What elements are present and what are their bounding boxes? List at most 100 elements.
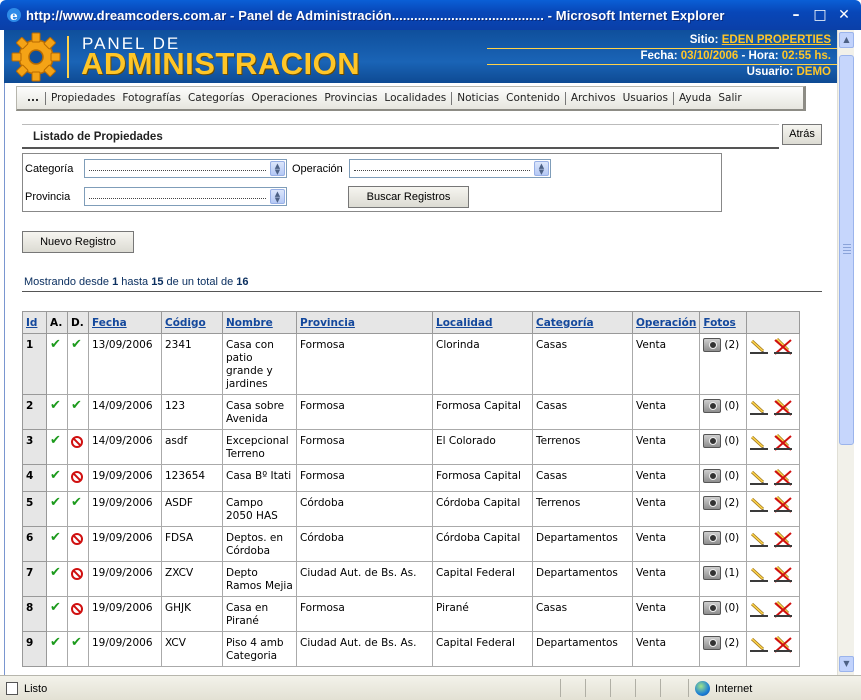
cell-fotos[interactable]: (0)	[699, 429, 748, 465]
check-icon: ✔	[50, 468, 61, 483]
cell-featured[interactable]: ✔	[67, 333, 89, 395]
delete-icon[interactable]	[773, 635, 793, 653]
col-codigo[interactable]: Código	[161, 311, 223, 334]
scroll-up-arrow[interactable]: ▲	[839, 32, 854, 48]
menu-item-ayuda[interactable]: Ayuda	[672, 91, 716, 105]
col-localidad[interactable]: Localidad	[432, 311, 533, 334]
edit-icon[interactable]	[749, 567, 769, 583]
close-button[interactable]: ✕	[833, 5, 855, 25]
edit-icon[interactable]	[749, 532, 769, 548]
cell-fotos[interactable]: (0)	[699, 394, 748, 430]
cell-codigo: XCV	[161, 631, 223, 667]
menu-item-contenido[interactable]: Contenido	[504, 92, 565, 105]
cell-fotos[interactable]: (0)	[699, 596, 748, 632]
back-button[interactable]: Atrás	[782, 124, 822, 145]
menu-item-noticias[interactable]: Noticias	[451, 91, 504, 105]
delete-icon[interactable]	[773, 600, 793, 618]
cell-active[interactable]: ✔	[46, 631, 68, 667]
camera-icon[interactable]	[703, 496, 722, 510]
menu-item-usuarios[interactable]: Usuarios	[621, 92, 673, 105]
cell-active[interactable]: ✔	[46, 394, 68, 430]
camera-icon[interactable]	[703, 338, 722, 352]
delete-icon[interactable]	[773, 337, 793, 355]
menu-item-more[interactable]: ...	[21, 92, 45, 105]
cell-fotos[interactable]: (2)	[699, 491, 748, 527]
menu-item-salir[interactable]: Salir	[716, 92, 746, 105]
cell-active[interactable]: ✔	[46, 333, 68, 395]
cell-fotos[interactable]: (2)	[699, 631, 748, 667]
col-id[interactable]: Id	[22, 311, 47, 334]
cell-featured[interactable]	[67, 526, 89, 562]
edit-icon[interactable]	[749, 339, 769, 355]
search-button[interactable]: Buscar Registros	[348, 186, 469, 208]
maximize-button[interactable]: □	[809, 5, 831, 25]
operacion-select[interactable]: ▲ ▼	[349, 159, 551, 178]
cell-fotos[interactable]: (0)	[699, 526, 748, 562]
cell-featured[interactable]	[67, 561, 89, 597]
scroll-down-arrow[interactable]: ▼	[839, 656, 854, 672]
edit-icon[interactable]	[749, 435, 769, 451]
col-nombre[interactable]: Nombre	[222, 311, 297, 334]
cell-active[interactable]: ✔	[46, 526, 68, 562]
menu-item-fotografias[interactable]: Fotografías	[120, 92, 186, 105]
edit-icon[interactable]	[749, 497, 769, 513]
cell-operacion: Venta	[631, 333, 701, 395]
delete-icon[interactable]	[773, 398, 793, 416]
minimize-button[interactable]: –	[785, 5, 807, 25]
edit-icon[interactable]	[749, 400, 769, 416]
edit-icon[interactable]	[749, 637, 769, 653]
cell-featured[interactable]	[67, 596, 89, 632]
cell-active[interactable]: ✔	[46, 429, 68, 465]
menu-item-provincias[interactable]: Provincias	[322, 92, 382, 105]
camera-icon[interactable]	[703, 531, 722, 545]
cell-fotos[interactable]: (2)	[699, 333, 748, 395]
cell-active[interactable]: ✔	[46, 561, 68, 597]
site-link[interactable]: EDEN PROPERTIES	[722, 34, 831, 46]
vertical-scrollbar[interactable]: ▲ ▼	[837, 30, 854, 675]
menu-item-localidades[interactable]: Localidades	[382, 92, 451, 105]
delete-icon[interactable]	[773, 495, 793, 513]
col-provincia[interactable]: Provincia	[296, 311, 433, 334]
camera-icon[interactable]	[703, 601, 722, 615]
menu-item-propiedades[interactable]: Propiedades	[44, 91, 120, 105]
col-d: D.	[67, 311, 89, 334]
camera-icon[interactable]	[703, 434, 722, 448]
cell-categoria: Terrenos	[532, 429, 633, 465]
cell-fecha: 14/09/2006	[88, 429, 162, 465]
camera-icon[interactable]	[703, 469, 722, 483]
cell-featured[interactable]	[67, 464, 89, 492]
cell-active[interactable]: ✔	[46, 491, 68, 527]
cell-featured[interactable]: ✔	[67, 631, 89, 667]
cell-fotos[interactable]: (0)	[699, 464, 748, 492]
categoria-select[interactable]: ▲ ▼	[84, 159, 287, 178]
cell-id: 7	[22, 561, 47, 597]
col-operacion[interactable]: Operación	[631, 311, 701, 334]
camera-icon[interactable]	[703, 566, 722, 580]
cell-featured[interactable]	[67, 429, 89, 465]
menu-item-operaciones[interactable]: Operaciones	[250, 92, 323, 105]
camera-icon[interactable]	[703, 399, 722, 413]
delete-icon[interactable]	[773, 433, 793, 451]
provincia-select[interactable]: ▲ ▼	[84, 187, 287, 206]
menu-item-archivos[interactable]: Archivos	[564, 91, 621, 105]
col-categoria[interactable]: Categoría	[532, 311, 633, 334]
col-fecha[interactable]: Fecha	[88, 311, 162, 334]
scroll-thumb[interactable]	[839, 55, 854, 445]
col-fotos[interactable]: Fotos	[699, 311, 748, 334]
cell-active[interactable]: ✔	[46, 464, 68, 492]
camera-icon[interactable]	[703, 636, 722, 650]
edit-icon[interactable]	[749, 470, 769, 486]
cell-fotos[interactable]: (1)	[699, 561, 748, 597]
delete-icon[interactable]	[773, 565, 793, 583]
new-record-button[interactable]: Nuevo Registro	[22, 231, 134, 253]
cell-categoria: Terrenos	[532, 491, 633, 527]
cell-actions	[746, 561, 801, 597]
menu-item-categorias[interactable]: Categorías	[186, 92, 250, 105]
cell-featured[interactable]: ✔	[67, 491, 89, 527]
cell-active[interactable]: ✔	[46, 596, 68, 632]
delete-icon[interactable]	[773, 468, 793, 486]
cell-featured[interactable]: ✔	[67, 394, 89, 430]
cell-nombre: Casa sobre Avenida	[222, 394, 297, 430]
delete-icon[interactable]	[773, 530, 793, 548]
edit-icon[interactable]	[749, 602, 769, 618]
